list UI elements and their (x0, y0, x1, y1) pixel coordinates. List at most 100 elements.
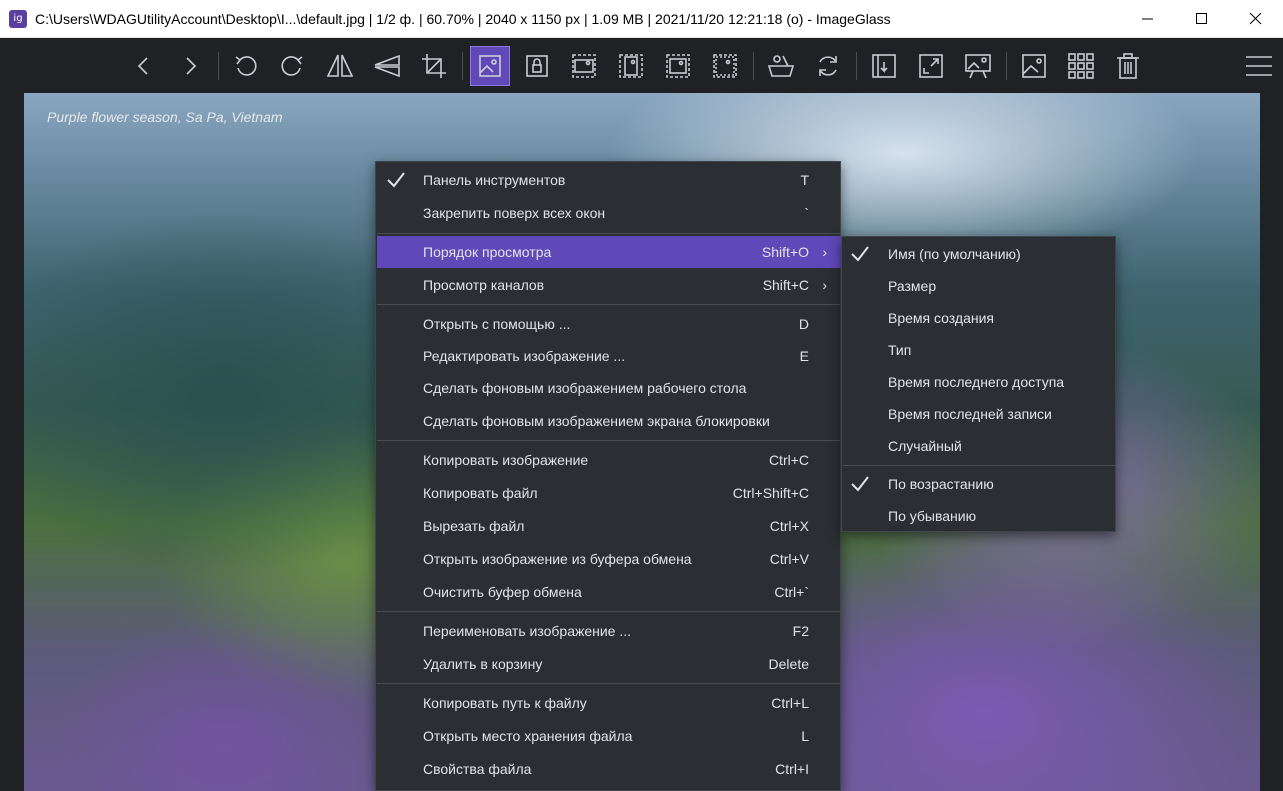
menu-item-always-on-top[interactable]: Закрепить поверх всех окон ` (377, 197, 841, 229)
main-menu-button[interactable] (1239, 46, 1279, 86)
forward-button[interactable] (170, 46, 210, 86)
menu-item-label: Удалить в корзину (423, 656, 543, 672)
menu-item-cut-file[interactable]: Вырезать файл Ctrl+X (377, 510, 841, 542)
open-file-button[interactable] (761, 46, 801, 86)
back-button[interactable] (124, 46, 164, 86)
menu-item-view-order[interactable]: Порядок просмотра Shift+O › (377, 236, 841, 268)
rotate-left-button[interactable] (226, 46, 266, 86)
menu-item-label: Переименовать изображение ... (423, 623, 632, 639)
menu-item-open-location[interactable]: Открыть место хранения файла L (377, 720, 841, 752)
menu-item-label: Редактировать изображение ... (423, 348, 626, 364)
rotate-left-icon (235, 56, 257, 76)
menu-item-set-lockscreen[interactable]: Сделать фоновым изображением экрана блок… (377, 405, 841, 437)
menu-item-label: Копировать изображение (423, 452, 589, 468)
submenu-item-descending[interactable]: По убыванию (843, 500, 1116, 532)
menu-item-label: Копировать путь к файлу (423, 695, 587, 711)
menu-item-label: Открыть изображение из буфера обмена (423, 551, 692, 567)
main-menu-icon (1246, 56, 1272, 76)
window-title: C:\Users\WDAGUtilityAccount\Desktop\I...… (35, 10, 891, 27)
menu-item-copy-path[interactable]: Копировать путь к файлу Ctrl+L (377, 687, 841, 719)
toolbar-separator (462, 52, 463, 80)
title-bar: ig C:\Users\WDAGUtilityAccount\Desktop\I… (0, 0, 1283, 38)
menu-item-toolbar[interactable]: Панель инструментов T (377, 164, 841, 196)
menu-item-label: Закрепить поверх всех окон (423, 205, 606, 221)
menu-item-copy-image[interactable]: Копировать изображение Ctrl+C (377, 444, 841, 476)
menu-separator (377, 683, 841, 684)
flip-vertical-button[interactable] (367, 46, 407, 86)
submenu-item-creation-time[interactable]: Время создания (843, 302, 1116, 334)
menu-item-edit-image[interactable]: Редактировать изображение ... E (377, 340, 841, 372)
menu-separator (843, 465, 1116, 466)
fullscreen-button[interactable] (911, 46, 951, 86)
submenu-item-label: По убыванию (888, 508, 977, 524)
open-file-icon (767, 55, 795, 77)
menu-item-rename[interactable]: Переименовать изображение ... F2 (377, 615, 841, 647)
menu-separator (377, 233, 841, 234)
menu-item-view-channels[interactable]: Просмотр каналов Shift+C › (377, 269, 841, 301)
menu-item-shortcut: Ctrl+X (769, 518, 809, 534)
menu-item-file-properties[interactable]: Свойства файла Ctrl+I (377, 753, 841, 785)
menu-item-label: Открыть место хранения файла (423, 728, 633, 744)
menu-item-copy-file[interactable]: Копировать файл Ctrl+Shift+C (377, 477, 841, 509)
submenu-item-name[interactable]: Имя (по умолчанию) (843, 238, 1116, 270)
submenu-item-size[interactable]: Размер (843, 270, 1116, 302)
menu-item-label: Очистить буфер обмена (423, 584, 582, 600)
refresh-button[interactable] (808, 46, 848, 86)
back-icon (137, 57, 148, 75)
lock-zoom-icon (526, 55, 548, 77)
menu-item-shortcut: Shift+O (761, 244, 809, 260)
menu-item-set-desktop-wallpaper[interactable]: Сделать фоновым изображением рабочего ст… (377, 372, 841, 404)
menu-item-shortcut: Ctrl+Shift+C (732, 485, 809, 501)
scale-to-fit-button[interactable] (658, 46, 698, 86)
menu-item-move-to-recycle-bin[interactable]: Удалить в корзину Delete (377, 648, 841, 680)
close-button[interactable] (1229, 0, 1283, 38)
toolbar (0, 38, 1283, 93)
image-caption: Purple flower season, Sa Pa, Vietnam (47, 109, 283, 125)
scale-to-fill-button[interactable] (705, 46, 745, 86)
toolbar-separator (856, 52, 857, 80)
menu-item-shortcut: F2 (792, 623, 809, 639)
delete-button[interactable] (1108, 46, 1148, 86)
auto-zoom-icon (479, 55, 501, 77)
submenu-item-random[interactable]: Случайный (843, 430, 1116, 462)
minimize-button[interactable] (1121, 0, 1175, 38)
auto-zoom-button[interactable] (470, 46, 510, 86)
submenu-item-last-access[interactable]: Время последнего доступа (843, 366, 1116, 398)
submenu-item-label: Имя (по умолчанию) (888, 246, 1021, 262)
scale-to-height-button[interactable] (611, 46, 651, 86)
submenu-item-ascending[interactable]: По возрастанию (843, 468, 1116, 500)
chevron-right-icon: › (822, 244, 827, 260)
toolbar-separator (218, 52, 219, 80)
slideshow-button[interactable] (958, 46, 998, 86)
menu-item-label: Копировать файл (423, 485, 538, 501)
app-icon: ig (9, 9, 27, 28)
menu-item-shortcut: Shift+C (762, 277, 809, 293)
rotate-right-button[interactable] (272, 46, 312, 86)
lock-zoom-button[interactable] (517, 46, 557, 86)
goto-image-button[interactable] (864, 46, 904, 86)
delete-icon (1117, 53, 1139, 79)
flip-horizontal-icon (326, 54, 354, 77)
menu-item-label: Сделать фоновым изображением экрана блок… (423, 413, 770, 429)
check-icon (851, 246, 869, 262)
maximize-button[interactable] (1175, 0, 1229, 38)
scale-to-width-button[interactable] (564, 46, 604, 86)
scale-to-height-icon (619, 54, 643, 78)
menu-item-label: Сделать фоновым изображением рабочего ст… (423, 380, 747, 396)
crop-button[interactable] (414, 46, 454, 86)
thumbnail-bar-button[interactable] (1014, 46, 1054, 86)
checkerboard-button[interactable] (1061, 46, 1101, 86)
menu-item-shortcut: Ctrl+V (769, 551, 809, 567)
flip-horizontal-button[interactable] (320, 46, 360, 86)
menu-item-clear-clipboard[interactable]: Очистить буфер обмена Ctrl+` (377, 576, 841, 608)
submenu-item-label: Время создания (888, 310, 994, 326)
submenu-item-type[interactable]: Тип (843, 334, 1116, 366)
menu-item-open-from-clipboard[interactable]: Открыть изображение из буфера обмена Ctr… (377, 543, 841, 575)
maximize-icon (1196, 12, 1207, 24)
menu-item-shortcut: Delete (768, 656, 809, 672)
submenu-item-last-write[interactable]: Время последней записи (843, 398, 1116, 430)
menu-separator (377, 304, 841, 305)
menu-item-shortcut: Ctrl+I (775, 761, 809, 777)
close-icon (1250, 12, 1262, 24)
menu-item-open-with[interactable]: Открыть с помощью ... D (377, 308, 841, 340)
